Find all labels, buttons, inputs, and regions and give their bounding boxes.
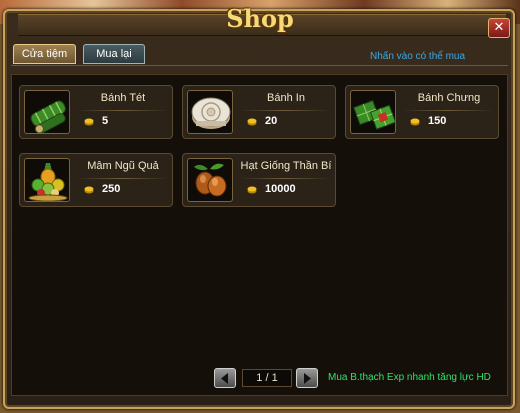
banh-in-icon [187,90,233,134]
shop-item-banh-tet[interactable]: Bánh Tét 5 [19,85,173,139]
item-name: Mâm Ngũ Quả [87,160,159,172]
item-name: Bánh In [267,92,305,104]
item-name: Bánh Chưng [417,92,481,104]
arrow-right-icon [304,373,311,384]
tab-shop[interactable]: Cửa tiệm [13,44,76,64]
coin-icon [410,118,420,126]
item-name: Hạt Giống Thần Bí [240,160,332,172]
tab-buyback[interactable]: Mua lại [83,44,145,64]
divider [76,178,168,179]
item-price: 250 [102,183,121,195]
fruit-tray-icon [24,158,70,202]
arrow-left-icon [221,373,228,384]
prev-page-button[interactable] [214,368,236,388]
shop-item-hat-giong-than-bi[interactable]: Hạt Giống Thần Bí 10000 [182,153,336,207]
promo-link[interactable]: Mua B.thạch Exp nhanh tăng lực HD [328,372,491,383]
coin-icon [247,186,257,194]
page-indicator: 1 / 1 [242,369,292,387]
item-price: 20 [265,115,278,127]
item-name: Bánh Tét [100,92,146,104]
shop-item-banh-chung[interactable]: Bánh Chưng 150 [345,85,499,139]
divider [402,110,494,111]
divider [239,110,331,111]
mystic-seed-icon [187,158,233,202]
banh-tet-icon [24,90,70,134]
shop-item-banh-in[interactable]: Bánh In 20 [182,85,336,139]
divider [239,178,331,179]
item-price: 10000 [265,183,296,195]
pagination: 1 / 1 [212,368,318,390]
item-price: 150 [428,115,447,127]
window-title: Shop [226,4,294,33]
item-price: 5 [102,115,109,127]
banh-chung-icon [350,90,396,134]
divider [76,110,168,111]
close-button[interactable]: ✕ [488,18,510,38]
coin-icon [247,118,257,126]
next-page-button[interactable] [296,368,318,388]
hint-text: Nhấn vào có thể mua [370,51,466,62]
shop-item-mam-ngu-qua[interactable]: Mâm Ngũ Quả 250 [19,153,173,207]
coin-icon [84,118,94,126]
item-grid: Bánh Tét 5 Bánh In 20 Bánh Chưng 150 Mâm… [11,74,508,396]
coin-icon [84,186,94,194]
